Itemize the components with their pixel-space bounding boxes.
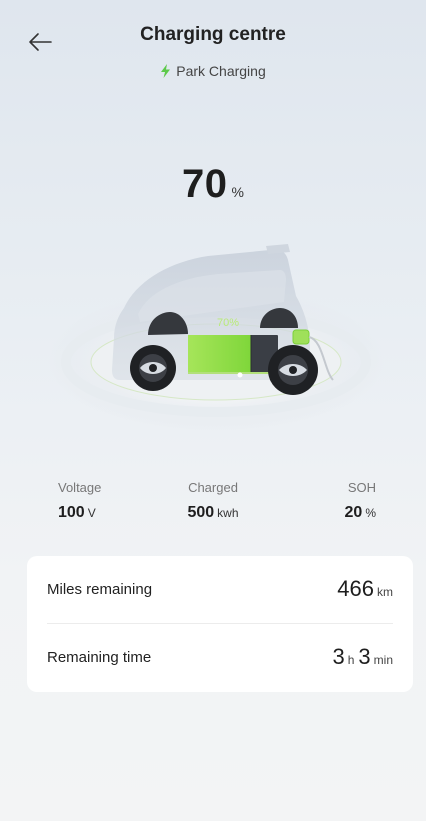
battery-percent: 70 % (8, 162, 418, 207)
charging-mode-label: Park Charging (176, 63, 266, 79)
miles-remaining-row: Miles remaining 466 km (47, 556, 393, 622)
charging-stats: Voltage 100 V Charged 500 kwh SOH 20 % (28, 480, 398, 522)
page-title: Charging centre (140, 24, 286, 45)
miles-remaining-label: Miles remaining (47, 580, 153, 598)
remaining-hours-unit: h (347, 653, 355, 667)
remaining-minutes-value: 3 (358, 644, 371, 669)
stat-voltage-value: 100 (58, 504, 85, 521)
miles-remaining-value: 466 (337, 576, 374, 601)
battery-percent-unit: % (231, 184, 244, 200)
wheel-front-right (268, 345, 318, 395)
car-illustration: 70% (48, 230, 388, 435)
stat-soh-label: SOH (347, 480, 376, 495)
stat-voltage: Voltage 100 V (28, 480, 148, 522)
lightning-icon (161, 64, 171, 78)
charge-plug (292, 329, 310, 345)
miles-remaining-unit: km (377, 585, 393, 599)
stat-voltage-unit: V (87, 506, 96, 520)
remaining-hours-value: 3 (332, 644, 345, 669)
stat-charged-label: Charged (188, 480, 238, 495)
battery-percent-value: 70 (182, 162, 228, 206)
stat-charged-unit: kwh (217, 506, 239, 520)
remaining-time-label: Remaining time (47, 648, 152, 666)
battery-fill (188, 335, 251, 373)
stat-soh: SOH 20 % (278, 480, 398, 522)
range-card: Miles remaining 466 km Remaining time 3 … (27, 556, 413, 692)
stat-charged-value: 500 (187, 504, 215, 521)
car-battery-label: 70% (217, 317, 239, 329)
remaining-time-row: Remaining time 3 h 3 min (47, 624, 393, 690)
stat-voltage-label: Voltage (58, 480, 102, 495)
stat-soh-value: 20 (344, 504, 363, 521)
stat-charged: Charged 500 kwh (153, 480, 273, 522)
stat-soh-unit: % (365, 506, 376, 520)
charging-mode: Park Charging (8, 63, 418, 79)
wheel-front-left (130, 345, 176, 391)
remaining-minutes-unit: min (373, 653, 393, 667)
charging-screen: Charging centre Park Charging 70 % 70% V… (8, 8, 418, 813)
